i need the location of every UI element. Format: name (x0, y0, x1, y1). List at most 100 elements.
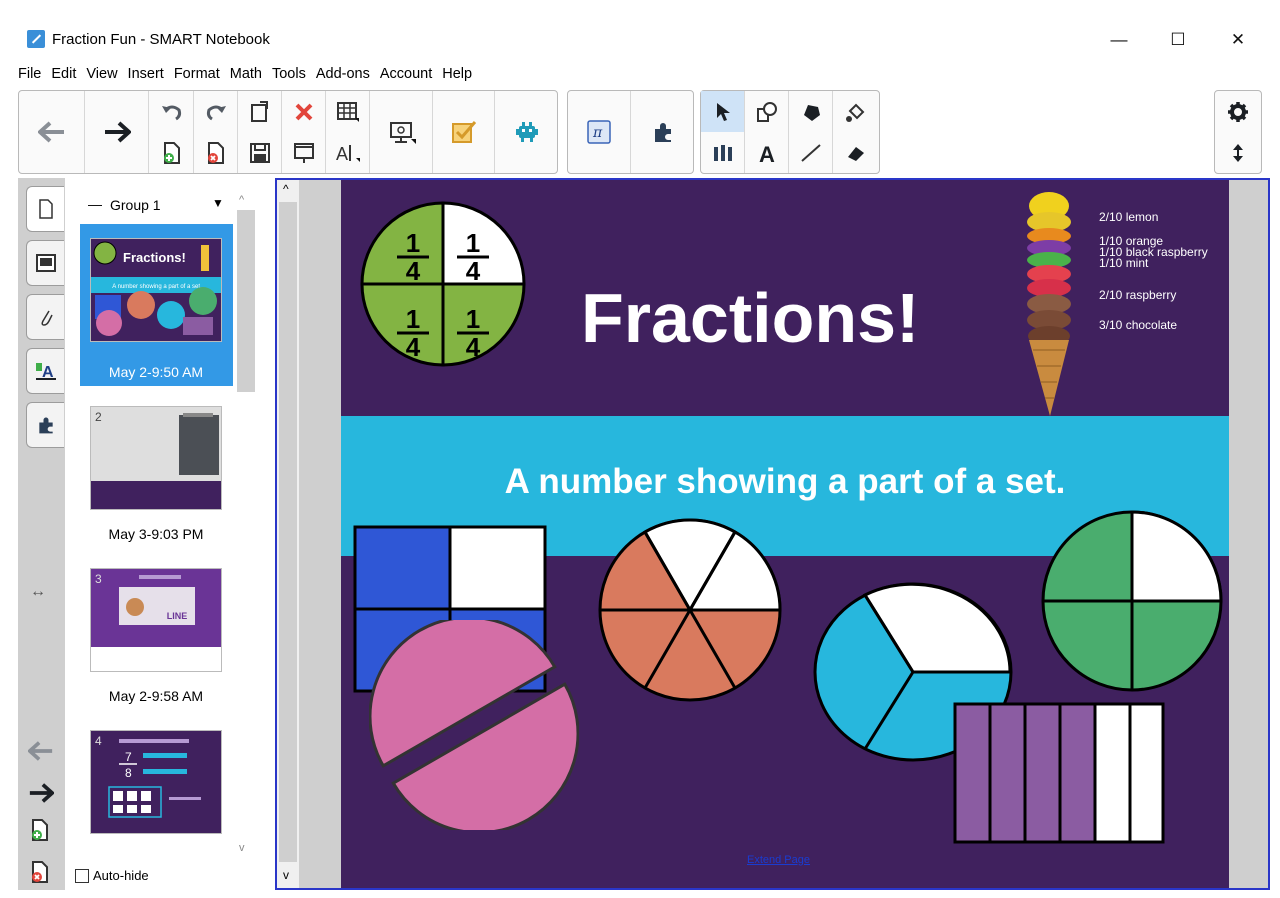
add-page-icon (163, 141, 180, 164)
add-ons-button[interactable] (631, 91, 694, 173)
save-button[interactable] (238, 132, 282, 173)
legend-mint: 1/10 mint (1099, 256, 1149, 270)
shapes-icon (756, 101, 777, 122)
paste-button[interactable] (238, 91, 282, 132)
line-tool-button[interactable] (789, 132, 833, 173)
group-dropdown-icon[interactable]: ▼ (212, 196, 224, 210)
svg-text:4: 4 (466, 332, 481, 362)
add-page-button[interactable] (150, 132, 194, 173)
canvas-scroll-thumb[interactable] (279, 202, 297, 862)
menu-format[interactable]: Format (174, 64, 220, 84)
add-page-icon[interactable] (30, 818, 50, 842)
settings-button[interactable] (1215, 91, 1261, 132)
math-tools-button[interactable]: π (568, 91, 631, 173)
menu-math[interactable]: Math (230, 64, 262, 84)
checkbox-check-icon (451, 121, 476, 143)
scroll-up-icon[interactable]: ^ (239, 194, 244, 206)
next-page-button[interactable] (85, 91, 149, 173)
menu-bar: File Edit View Insert Format Math Tools … (18, 64, 482, 84)
page-thumbnail-2[interactable]: 2 (90, 406, 222, 510)
toolbar-group-drawing: A (700, 90, 880, 174)
minimize-button[interactable]: — (1096, 26, 1142, 54)
paperclip-icon (40, 310, 53, 326)
select-tool-button[interactable] (701, 91, 745, 132)
scroll-down-arrow-icon[interactable]: v (283, 868, 289, 882)
slide-title[interactable]: Fractions! (581, 278, 919, 358)
scroll-down-icon[interactable]: v (239, 842, 245, 854)
puzzle-piece-icon (38, 417, 53, 434)
page-sorter-scrollbar[interactable]: ^ v (235, 194, 257, 862)
page-2-date: May 3-9:03 PM (108, 526, 204, 542)
sixths-circle[interactable] (595, 515, 785, 705)
arrow-right-icon (104, 121, 131, 143)
text-tool-button[interactable]: A (745, 132, 789, 173)
slide-subtitle[interactable]: A number showing a part of a set. (341, 462, 1229, 502)
fill-tool-button[interactable] (833, 91, 877, 132)
previous-page-arrow-icon[interactable] (28, 740, 54, 762)
menu-insert[interactable]: Insert (128, 64, 164, 84)
scroll-up-arrow-icon[interactable]: ^ (283, 182, 289, 196)
canvas-scrollbar[interactable]: ^ v (277, 180, 299, 888)
previous-page-button[interactable] (19, 91, 85, 173)
regular-polygon-button[interactable] (789, 91, 833, 132)
page-icon (38, 199, 53, 219)
page-thumbnail-3[interactable]: 3 LINE (90, 568, 222, 672)
thumb-3-caption: LINE (167, 611, 188, 621)
page-thumbnail-1[interactable]: Fractions! A number showing a part of a … (90, 238, 222, 342)
undo-button[interactable] (150, 91, 194, 132)
split-halves-circle[interactable] (369, 620, 579, 830)
legend-lemon: 2/10 lemon (1099, 210, 1159, 224)
close-button[interactable]: ✕ (1215, 26, 1261, 54)
activity-builder-button[interactable] (495, 91, 558, 173)
paint-bucket-icon (846, 103, 865, 122)
page-thumbnail-4[interactable]: 4 7 8 (90, 730, 222, 834)
eraser-tool-button[interactable] (833, 132, 877, 173)
pens-tool-button[interactable] (701, 132, 745, 173)
title-bar: Fraction Fun - SMART Notebook — ☐ ✕ (0, 0, 1280, 60)
extend-page-link[interactable]: Extend Page (747, 854, 810, 866)
menu-account[interactable]: Account (380, 64, 432, 84)
tab-gallery[interactable] (26, 240, 64, 286)
thumb-4-denominator: 8 (125, 766, 132, 780)
spell-check-button[interactable]: A (326, 132, 370, 173)
table-icon (336, 101, 359, 122)
menu-view[interactable]: View (86, 64, 117, 84)
undo-icon (161, 105, 181, 120)
scroll-thumb[interactable] (237, 210, 255, 392)
quarters-circle[interactable]: 1 4 1 4 1 4 1 4 (359, 200, 527, 368)
ice-cream-cone-image[interactable] (1019, 188, 1079, 418)
menu-help[interactable]: Help (442, 64, 472, 84)
maximize-button[interactable]: ☐ (1155, 26, 1201, 54)
green-quarters-circle[interactable] (1039, 508, 1225, 694)
checkbox-icon[interactable] (75, 868, 89, 883)
display-options-button[interactable] (371, 91, 433, 173)
menu-tools[interactable]: Tools (272, 64, 306, 84)
menu-edit[interactable]: Edit (51, 64, 76, 84)
arrow-left-icon (37, 121, 64, 143)
delete-button[interactable] (282, 91, 326, 132)
redo-button[interactable] (194, 91, 238, 132)
shapes-tool-button[interactable] (745, 91, 789, 132)
smart-notebook-window: Fraction Fun - SMART Notebook — ☐ ✕ File… (0, 0, 1280, 898)
menu-add-ons[interactable]: Add-ons (316, 64, 370, 84)
next-page-arrow-icon[interactable] (28, 782, 54, 804)
tab-page-sorter[interactable] (26, 186, 64, 232)
svg-text:4: 4 (406, 256, 421, 286)
response-assessment-button[interactable] (433, 91, 495, 173)
delete-page-button[interactable] (194, 132, 238, 173)
thumb-1-title: Fractions! (123, 250, 186, 265)
group-label: Group 1 (110, 197, 161, 213)
tab-attachments[interactable] (26, 294, 64, 340)
resize-handle-icon[interactable]: ↔ (30, 583, 46, 601)
menu-file[interactable]: File (18, 64, 41, 84)
delete-page-icon[interactable] (30, 860, 50, 884)
sixths-bar-shape[interactable] (953, 702, 1167, 846)
auto-hide-checkbox[interactable]: Auto-hide (75, 868, 149, 883)
screen-shade-button[interactable] (282, 132, 326, 173)
insert-table-button[interactable] (326, 91, 370, 132)
tab-properties[interactable]: A (26, 348, 64, 394)
page-canvas[interactable]: ^ v 1 4 1 4 1 4 1 4 Fractions! 2/10 lemo… (275, 178, 1270, 890)
move-toolbar-button[interactable] (1215, 132, 1261, 173)
collapse-minus-icon[interactable]: — (88, 196, 102, 212)
tab-add-ons[interactable] (26, 402, 64, 448)
